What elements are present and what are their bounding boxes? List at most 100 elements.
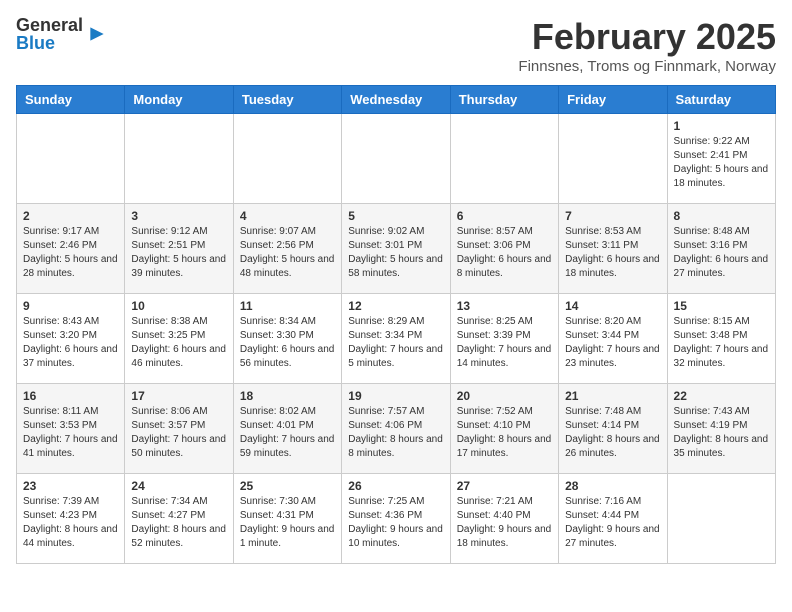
day-number: 8 bbox=[674, 209, 769, 223]
calendar-cell bbox=[667, 474, 775, 564]
day-number: 23 bbox=[23, 479, 118, 493]
page-header: General Blue February 2025 Finnsnes, Tro… bbox=[16, 16, 776, 75]
day-number: 26 bbox=[348, 479, 443, 493]
calendar-cell: 7 Sunrise: 8:53 AM Sunset: 3:11 PM Daylig… bbox=[559, 204, 667, 294]
day-number: 15 bbox=[674, 299, 769, 313]
day-info: Sunrise: 9:17 AM Sunset: 2:46 PM Dayligh… bbox=[23, 225, 118, 281]
day-info: Sunrise: 9:12 AM Sunset: 2:51 PM Dayligh… bbox=[131, 225, 226, 281]
calendar-cell: 2 Sunrise: 9:17 AM Sunset: 2:46 PM Daylig… bbox=[17, 204, 125, 294]
calendar-cell: 8 Sunrise: 8:48 AM Sunset: 3:16 PM Daylig… bbox=[667, 204, 775, 294]
day-info: Sunrise: 8:48 AM Sunset: 3:16 PM Dayligh… bbox=[674, 225, 769, 281]
day-info: Sunrise: 7:25 AM Sunset: 4:36 PM Dayligh… bbox=[348, 495, 443, 551]
day-number: 20 bbox=[457, 389, 552, 403]
day-number: 24 bbox=[131, 479, 226, 493]
day-number: 9 bbox=[23, 299, 118, 313]
calendar-cell: 15 Sunrise: 8:15 AM Sunset: 3:48 PM Dayli… bbox=[667, 294, 775, 384]
calendar-table: SundayMondayTuesdayWednesdayThursdayFrid… bbox=[16, 85, 776, 564]
day-number: 19 bbox=[348, 389, 443, 403]
calendar-cell: 18 Sunrise: 8:02 AM Sunset: 4:01 PM Dayli… bbox=[233, 384, 341, 474]
logo: General Blue bbox=[16, 16, 107, 52]
calendar-cell: 26 Sunrise: 7:25 AM Sunset: 4:36 PM Dayli… bbox=[342, 474, 450, 564]
calendar-cell: 9 Sunrise: 8:43 AM Sunset: 3:20 PM Daylig… bbox=[17, 294, 125, 384]
calendar-cell: 5Sunrise: 9:02 AM Sunset: 3:01 PM Daylig… bbox=[342, 204, 450, 294]
day-info: Sunrise: 7:48 AM Sunset: 4:14 PM Dayligh… bbox=[565, 405, 660, 461]
col-header-thursday: Thursday bbox=[450, 86, 558, 114]
calendar-cell bbox=[342, 114, 450, 204]
col-header-wednesday: Wednesday bbox=[342, 86, 450, 114]
calendar-cell: 23 Sunrise: 7:39 AM Sunset: 4:23 PM Dayli… bbox=[17, 474, 125, 564]
calendar-cell bbox=[125, 114, 233, 204]
calendar-cell bbox=[17, 114, 125, 204]
day-info: Sunrise: 8:06 AM Sunset: 3:57 PM Dayligh… bbox=[131, 405, 226, 461]
day-number: 12 bbox=[348, 299, 443, 313]
day-info: Sunrise: 7:43 AM Sunset: 4:19 PM Dayligh… bbox=[674, 405, 769, 461]
day-info: Sunrise: 7:30 AM Sunset: 4:31 PM Dayligh… bbox=[240, 495, 335, 551]
day-info: Sunrise: 9:22 AM Sunset: 2:41 PM Dayligh… bbox=[674, 135, 769, 191]
logo-general: General bbox=[16, 16, 83, 34]
col-header-sunday: Sunday bbox=[17, 86, 125, 114]
calendar-cell bbox=[233, 114, 341, 204]
day-info: Sunrise: 8:43 AM Sunset: 3:20 PM Dayligh… bbox=[23, 315, 118, 371]
day-number: 27 bbox=[457, 479, 552, 493]
calendar-header-row: SundayMondayTuesdayWednesdayThursdayFrid… bbox=[17, 86, 776, 114]
logo-text-block: General Blue bbox=[16, 16, 83, 52]
calendar-cell: 16 Sunrise: 8:11 AM Sunset: 3:53 PM Dayli… bbox=[17, 384, 125, 474]
col-header-friday: Friday bbox=[559, 86, 667, 114]
calendar-cell: 1 Sunrise: 9:22 AM Sunset: 2:41 PM Daylig… bbox=[667, 114, 775, 204]
day-info: Sunrise: 8:25 AM Sunset: 3:39 PM Dayligh… bbox=[457, 315, 552, 371]
day-number: 16 bbox=[23, 389, 118, 403]
calendar-week-row: 23 Sunrise: 7:39 AM Sunset: 4:23 PM Dayli… bbox=[17, 474, 776, 564]
calendar-week-row: 9 Sunrise: 8:43 AM Sunset: 3:20 PM Daylig… bbox=[17, 294, 776, 384]
calendar-header: SundayMondayTuesdayWednesdayThursdayFrid… bbox=[17, 86, 776, 114]
calendar-cell: 22Sunrise: 7:43 AM Sunset: 4:19 PM Dayli… bbox=[667, 384, 775, 474]
calendar-cell: 27Sunrise: 7:21 AM Sunset: 4:40 PM Dayli… bbox=[450, 474, 558, 564]
day-number: 14 bbox=[565, 299, 660, 313]
day-number: 18 bbox=[240, 389, 335, 403]
day-info: Sunrise: 8:11 AM Sunset: 3:53 PM Dayligh… bbox=[23, 405, 118, 461]
calendar-week-row: 1 Sunrise: 9:22 AM Sunset: 2:41 PM Daylig… bbox=[17, 114, 776, 204]
day-number: 25 bbox=[240, 479, 335, 493]
calendar-cell: 6 Sunrise: 8:57 AM Sunset: 3:06 PM Daylig… bbox=[450, 204, 558, 294]
day-number: 2 bbox=[23, 209, 118, 223]
calendar-cell: 4Sunrise: 9:07 AM Sunset: 2:56 PM Daylig… bbox=[233, 204, 341, 294]
title-block: February 2025 Finnsnes, Troms og Finnmar… bbox=[518, 16, 776, 75]
calendar-title: February 2025 bbox=[518, 16, 776, 58]
day-number: 5 bbox=[348, 209, 443, 223]
day-info: Sunrise: 8:20 AM Sunset: 3:44 PM Dayligh… bbox=[565, 315, 660, 371]
calendar-cell: 21 Sunrise: 7:48 AM Sunset: 4:14 PM Dayli… bbox=[559, 384, 667, 474]
calendar-week-row: 16 Sunrise: 8:11 AM Sunset: 3:53 PM Dayli… bbox=[17, 384, 776, 474]
day-info: Sunrise: 7:52 AM Sunset: 4:10 PM Dayligh… bbox=[457, 405, 552, 461]
day-number: 6 bbox=[457, 209, 552, 223]
calendar-cell bbox=[450, 114, 558, 204]
day-info: Sunrise: 7:57 AM Sunset: 4:06 PM Dayligh… bbox=[348, 405, 443, 461]
day-info: Sunrise: 7:16 AM Sunset: 4:44 PM Dayligh… bbox=[565, 495, 660, 551]
day-number: 3 bbox=[131, 209, 226, 223]
day-info: Sunrise: 8:29 AM Sunset: 3:34 PM Dayligh… bbox=[348, 315, 443, 371]
calendar-cell: 10 Sunrise: 8:38 AM Sunset: 3:25 PM Dayli… bbox=[125, 294, 233, 384]
day-number: 1 bbox=[674, 119, 769, 133]
calendar-cell: 17Sunrise: 8:06 AM Sunset: 3:57 PM Dayli… bbox=[125, 384, 233, 474]
day-number: 10 bbox=[131, 299, 226, 313]
logo-arrow-icon bbox=[87, 24, 107, 44]
day-info: Sunrise: 8:38 AM Sunset: 3:25 PM Dayligh… bbox=[131, 315, 226, 371]
day-number: 21 bbox=[565, 389, 660, 403]
day-number: 28 bbox=[565, 479, 660, 493]
col-header-tuesday: Tuesday bbox=[233, 86, 341, 114]
calendar-cell: 28 Sunrise: 7:16 AM Sunset: 4:44 PM Dayli… bbox=[559, 474, 667, 564]
day-info: Sunrise: 8:57 AM Sunset: 3:06 PM Dayligh… bbox=[457, 225, 552, 281]
day-info: Sunrise: 8:15 AM Sunset: 3:48 PM Dayligh… bbox=[674, 315, 769, 371]
day-info: Sunrise: 7:39 AM Sunset: 4:23 PM Dayligh… bbox=[23, 495, 118, 551]
calendar-cell: 13 Sunrise: 8:25 AM Sunset: 3:39 PM Dayli… bbox=[450, 294, 558, 384]
col-header-saturday: Saturday bbox=[667, 86, 775, 114]
day-info: Sunrise: 8:02 AM Sunset: 4:01 PM Dayligh… bbox=[240, 405, 335, 461]
day-info: Sunrise: 8:53 AM Sunset: 3:11 PM Dayligh… bbox=[565, 225, 660, 281]
day-number: 11 bbox=[240, 299, 335, 313]
day-number: 4 bbox=[240, 209, 335, 223]
col-header-monday: Monday bbox=[125, 86, 233, 114]
logo-blue: Blue bbox=[16, 34, 83, 52]
calendar-body: 1 Sunrise: 9:22 AM Sunset: 2:41 PM Daylig… bbox=[17, 114, 776, 564]
calendar-week-row: 2 Sunrise: 9:17 AM Sunset: 2:46 PM Daylig… bbox=[17, 204, 776, 294]
day-number: 7 bbox=[565, 209, 660, 223]
day-number: 13 bbox=[457, 299, 552, 313]
calendar-cell: 11Sunrise: 8:34 AM Sunset: 3:30 PM Dayli… bbox=[233, 294, 341, 384]
